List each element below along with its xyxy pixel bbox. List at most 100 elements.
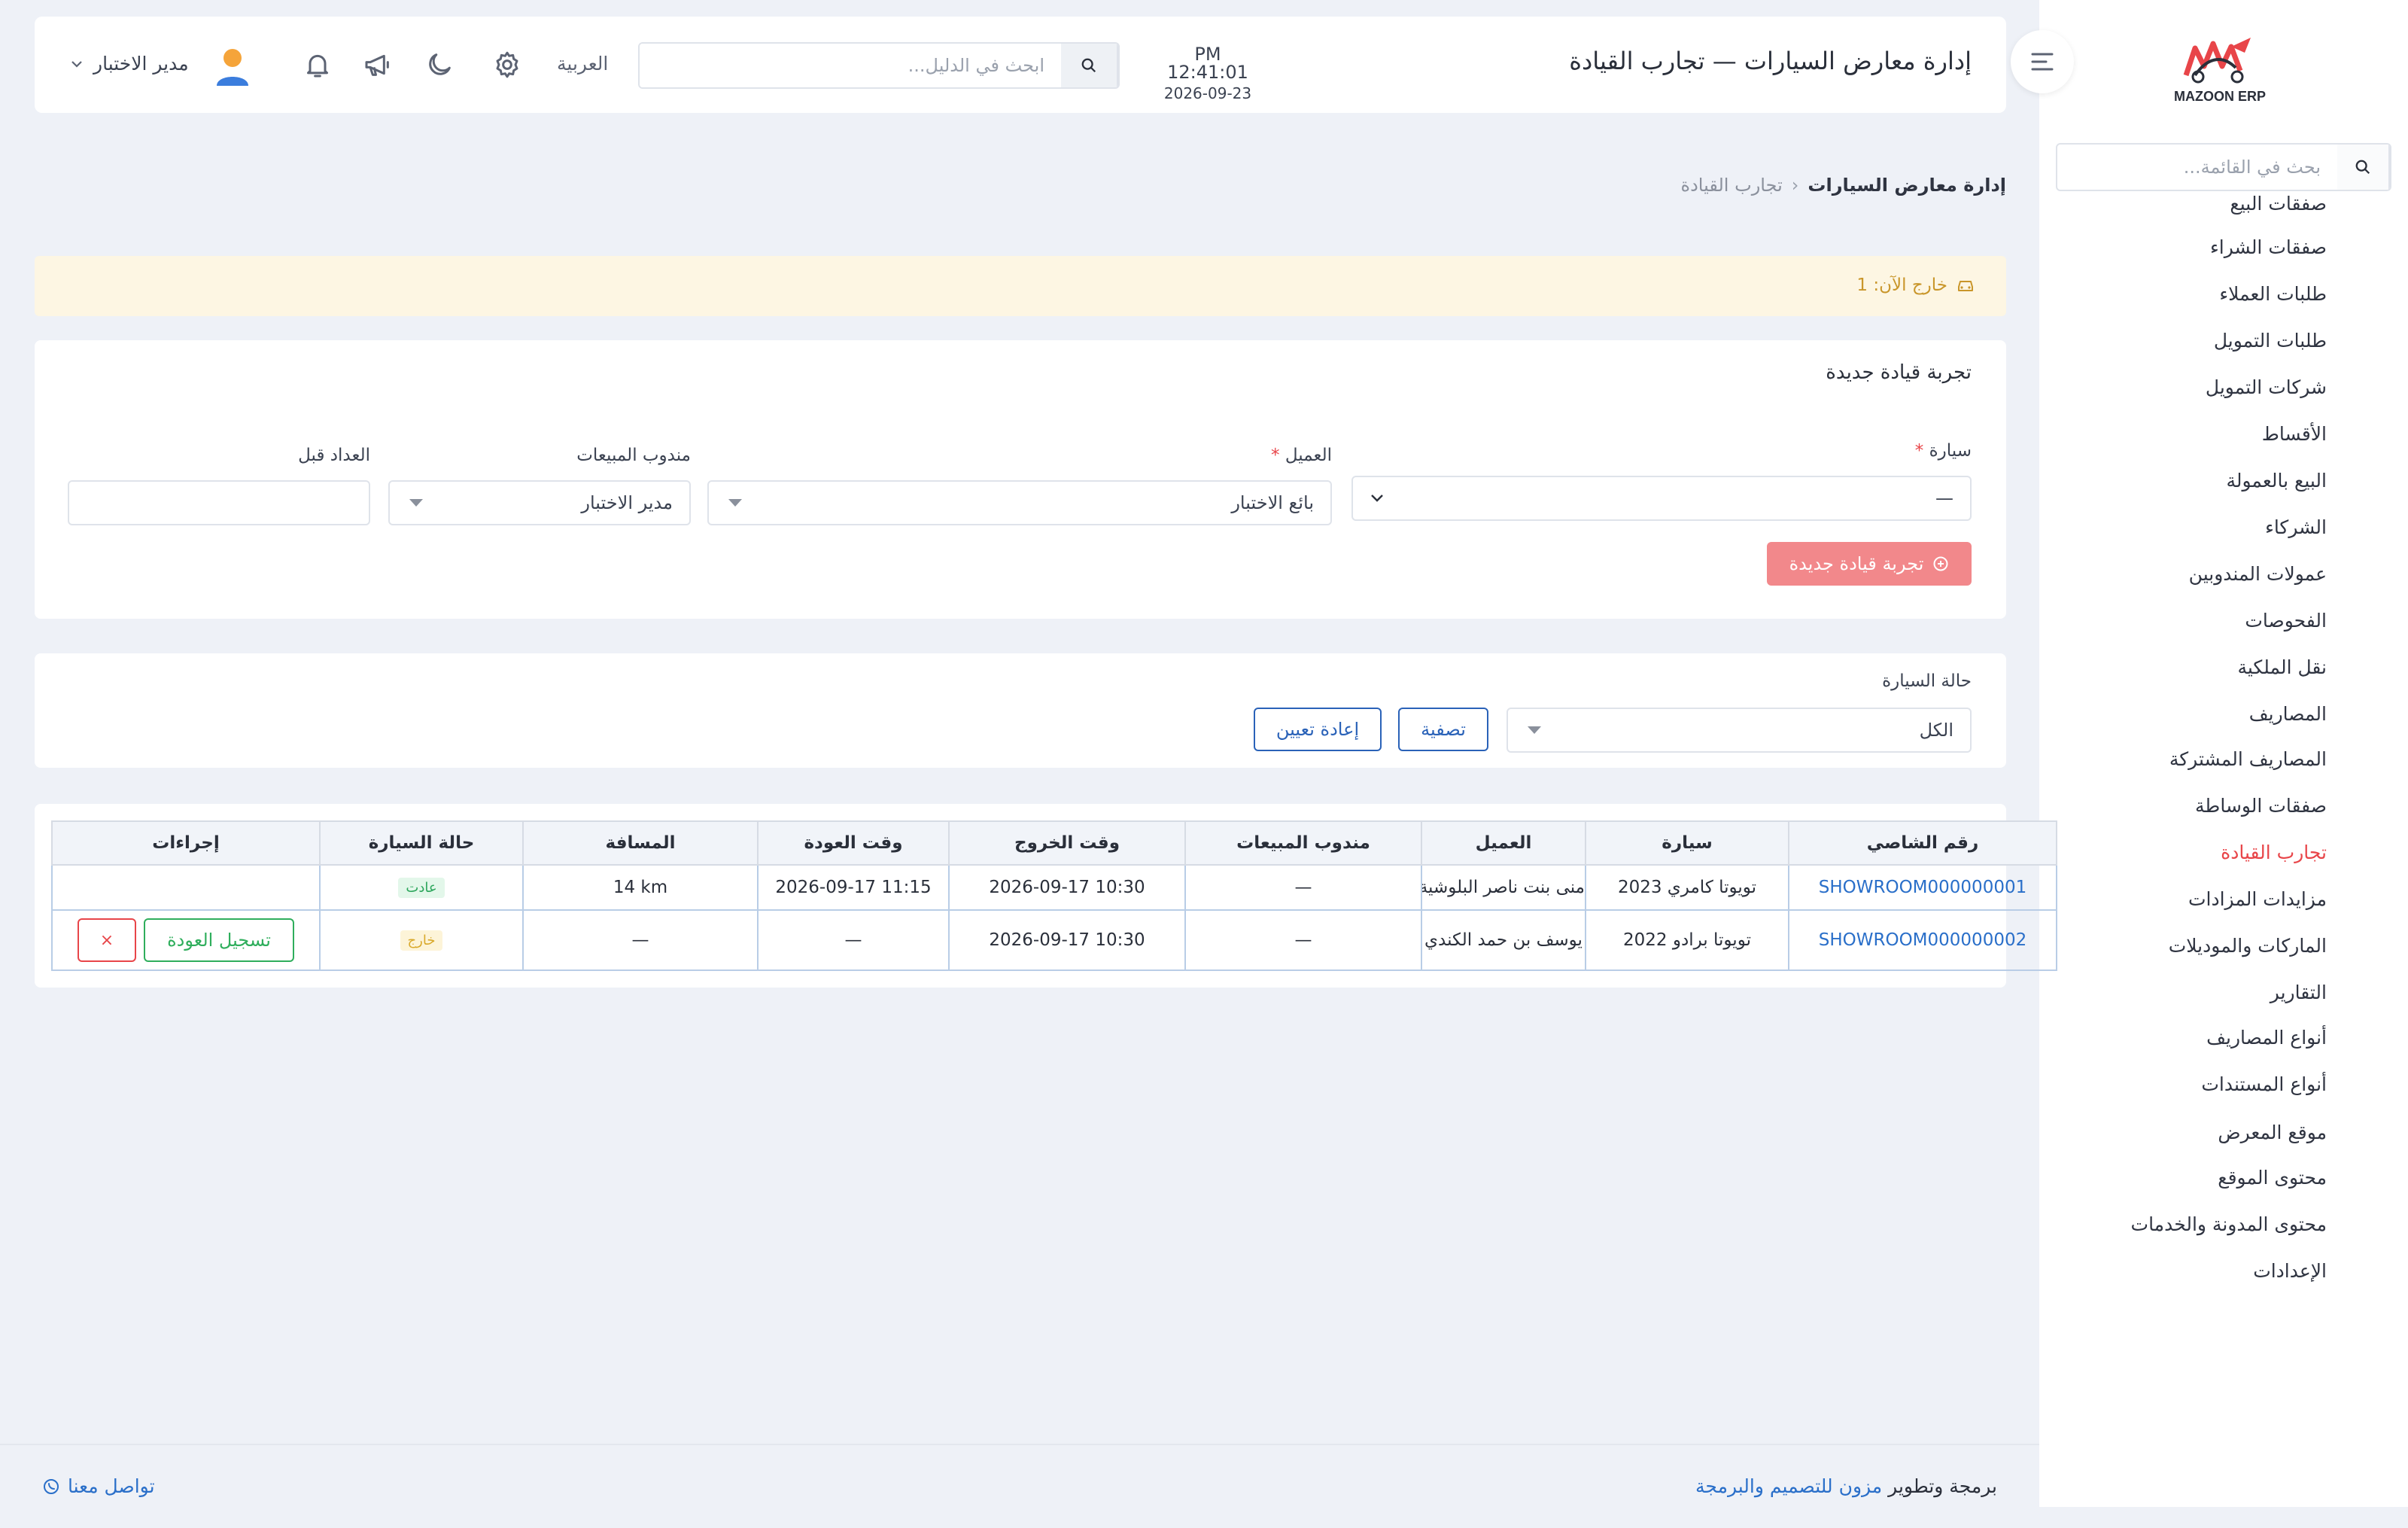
dark-mode-toggle[interactable] [423, 48, 456, 81]
required-mark: * [1271, 446, 1280, 465]
sidebar-menu: صفقات البيع صفقات الشراء طلبات العملاء ط… [2039, 181, 2408, 1332]
header-return-time[interactable]: وقت العودة [757, 820, 950, 866]
register-return-button[interactable]: تسجيل العودة [144, 918, 294, 962]
distance-cell: — [522, 909, 759, 971]
header-car[interactable]: سيارة [1585, 820, 1789, 866]
sidebar-item-shared-expenses[interactable]: المصاريف المشتركة [2169, 748, 2327, 770]
breadcrumb: إدارة معارض السيارات ‹ تجارب القيادة [1505, 175, 2006, 196]
salesrep-select[interactable]: مدير الاختبار [388, 480, 691, 525]
chevron-down-icon [1371, 495, 1383, 502]
chevron-down-icon [71, 60, 82, 68]
logo-icon [2183, 38, 2251, 84]
salesrep-label: مندوب المبيعات [576, 446, 691, 465]
reset-button[interactable]: إعادة تعيين [1254, 708, 1382, 751]
clock: PM 12:41:01 2026-09-23 [1151, 45, 1264, 101]
table-row: SHOWROOM000000002 تويوتا برادو 2022 يوسف… [51, 909, 2057, 971]
sidebar-item-brands-models[interactable]: الماركات والموديلات [2169, 935, 2327, 957]
settings-button[interactable] [491, 48, 524, 81]
sidebar-item-test-drives[interactable]: تجارب القيادة [2221, 842, 2327, 863]
caret-down-icon [409, 499, 423, 507]
chassis-link[interactable]: SHOWROOM000000001 [1788, 864, 2057, 911]
footer-credit-prefix: برمجة وتطوير [1888, 1475, 1997, 1497]
new-test-drive-button[interactable]: تجربة قيادة جديدة [1767, 542, 1972, 586]
required-mark: * [1914, 441, 1924, 461]
search-icon [1081, 58, 1096, 73]
filter-button[interactable]: تصفية [1398, 708, 1488, 751]
status-cell: خارج [319, 909, 524, 971]
sidebar: MAZOON ERP صفقات البيع صفقات الشراء طلبا… [2039, 0, 2408, 1507]
avatar[interactable] [214, 47, 251, 86]
car-cell: تويوتا كامري 2023 [1585, 864, 1789, 911]
status-cell: عادت [319, 864, 524, 911]
chassis-link[interactable]: SHOWROOM000000002 [1788, 909, 2057, 971]
sidebar-item-sales-deals[interactable]: صفقات البيع [2230, 193, 2327, 215]
header-search [638, 42, 1120, 89]
footer-credit-link[interactable]: مزون للتصميم والبرمجة [1695, 1475, 1882, 1497]
return-time-cell: 2026-09-17 11:15 [757, 864, 950, 911]
bell-icon [307, 54, 328, 78]
out-time-cell: 2026-09-17 10:30 [948, 864, 1186, 911]
status-filter-select[interactable]: الكل [1507, 708, 1972, 753]
out-time-cell: 2026-09-17 10:30 [948, 909, 1186, 971]
customer-label: العميل * [1271, 446, 1332, 465]
megaphone-icon [365, 54, 389, 76]
sidebar-item-auction-bids[interactable]: مزايدات المزادات [2188, 888, 2327, 910]
customer-select[interactable]: بائع الاختبار [707, 480, 1332, 525]
language-switch[interactable]: العربية [557, 53, 608, 75]
caret-down-icon [728, 499, 742, 507]
sidebar-item-finance-requests[interactable]: طلبات التمويل [2214, 330, 2327, 352]
actions-cell [51, 864, 321, 911]
header-chassis[interactable]: رقم الشاصي [1788, 820, 2057, 866]
announcements-button[interactable] [361, 48, 394, 81]
sidebar-item-blog-content[interactable]: محتوى المدونة والخدمات [2131, 1213, 2327, 1235]
sidebar-item-settings[interactable]: الإعدادات [2253, 1260, 2327, 1282]
salesrep-select-value: مدير الاختبار [581, 492, 673, 513]
status-filter-label: حالة السيارة [1882, 671, 1972, 691]
odometer-input[interactable] [68, 480, 370, 525]
sidebar-item-expenses[interactable]: المصاريف [2249, 703, 2327, 725]
breadcrumb-parent[interactable]: إدارة معارض السيارات [1808, 175, 2006, 196]
sidebar-item-brokerage-deals[interactable]: صفقات الوساطة [2195, 795, 2327, 817]
logo[interactable]: MAZOON ERP [2169, 33, 2271, 105]
moon-icon [429, 53, 451, 75]
header-search-input[interactable] [640, 44, 1061, 87]
out-now-alert: خارج الآن: 1 [35, 256, 2006, 316]
odometer-label: العداد قبل [298, 446, 370, 465]
header-status[interactable]: حالة السيارة [319, 820, 524, 866]
car-select[interactable]: — [1351, 476, 1972, 521]
header-actions: إجراءات [51, 820, 321, 866]
search-button[interactable] [1061, 44, 1118, 87]
sidebar-item-reports[interactable]: التقارير [2270, 982, 2327, 1003]
distance-cell: 14 km [522, 864, 759, 911]
header-distance[interactable]: المسافة [522, 820, 759, 866]
sidebar-item-customer-requests[interactable]: طلبات العملاء [2219, 283, 2327, 305]
header-out-time[interactable]: وقت الخروج [948, 820, 1186, 866]
sidebar-item-partners[interactable]: الشركاء [2265, 516, 2327, 538]
header-salesrep[interactable]: مندوب المبيعات [1184, 820, 1422, 866]
sidebar-item-installments[interactable]: الأقساط [2262, 423, 2327, 445]
table-header-row: رقم الشاصي سيارة العميل مندوب المبيعات و… [51, 820, 2057, 866]
sidebar-item-inspections[interactable]: الفحوصات [2245, 610, 2327, 632]
sidebar-item-expense-types[interactable]: أنواع المصاريف [2206, 1027, 2327, 1049]
menu-toggle-button[interactable] [2011, 30, 2074, 93]
cancel-button[interactable]: × [78, 918, 136, 962]
sidebar-item-site-content[interactable]: محتوى الموقع [2218, 1167, 2327, 1189]
sidebar-item-document-types[interactable]: أنواع المستندات [2201, 1073, 2327, 1095]
sidebar-item-ownership-transfer[interactable]: نقل الملكية [2237, 656, 2327, 678]
status-filter-value: الكل [1919, 720, 1953, 741]
return-time-cell: — [757, 909, 950, 971]
sidebar-item-consignment[interactable]: البيع بالعمولة [2226, 470, 2327, 492]
actions-cell: تسجيل العودة × [51, 909, 321, 971]
sidebar-item-purchase-deals[interactable]: صفقات الشراء [2210, 236, 2327, 258]
sidebar-item-showroom-site[interactable]: موقع المعرض [2218, 1122, 2327, 1143]
test-drives-table-card: رقم الشاصي سيارة العميل مندوب المبيعات و… [35, 804, 2057, 988]
header-customer[interactable]: العميل [1421, 820, 1586, 866]
user-avatar-icon [217, 49, 248, 86]
salesrep-cell: — [1184, 864, 1422, 911]
contact-link[interactable]: تواصل معنا [42, 1475, 155, 1497]
menu-icon [2031, 53, 2054, 71]
notifications-button[interactable] [301, 48, 334, 81]
user-menu[interactable]: مدير الاختبار [71, 53, 189, 75]
sidebar-item-rep-commissions[interactable]: عمولات المندوبين [2189, 563, 2327, 585]
sidebar-item-finance-companies[interactable]: شركات التمويل [2206, 376, 2327, 398]
